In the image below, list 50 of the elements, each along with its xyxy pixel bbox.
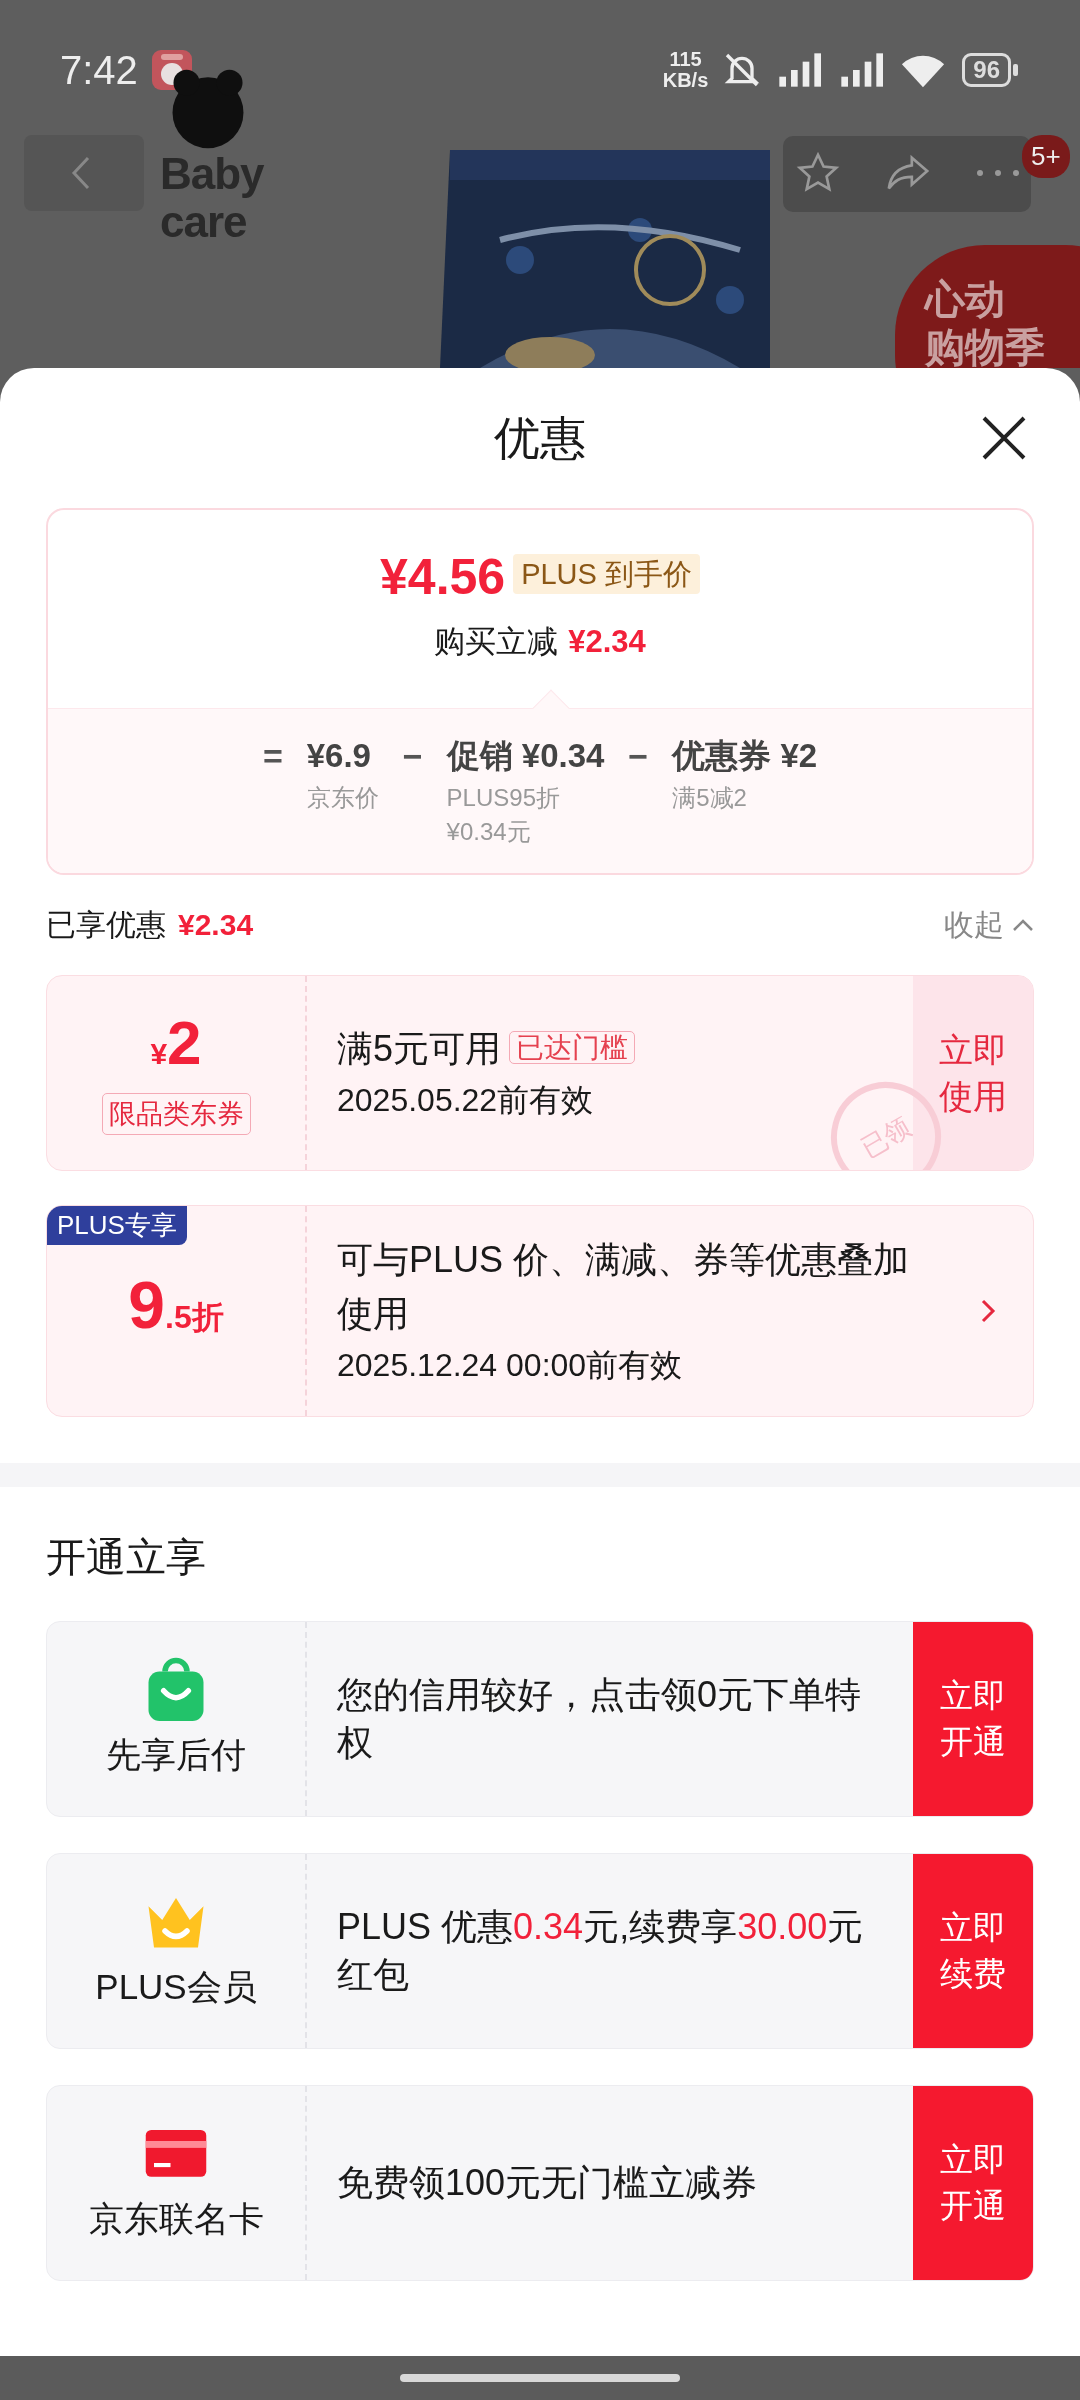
coupon-card[interactable]: PLUS专享 9.5折 可与PLUS 价、满减、券等优惠叠加使用 2025.12.24 00:00前有效 [46,1204,1034,1417]
promo-badge[interactable]: 心动 购物季 [895,245,1080,368]
breakdown-amount: ¥6.9 [306,736,372,776]
offer-description: 免费领100元无门槛立减券 [337,2160,758,2205]
operator-sign: − [402,736,423,777]
sheet-title: 优惠 [494,410,586,466]
price-tag: PLUS 到手价 [513,554,700,594]
discount-amount: ¥2.34 [568,624,646,659]
offer-description: 您的信用较好，点击领0元下单特权 [337,1672,863,1765]
coupon-tag: 限品类东券 [101,1092,251,1136]
breakdown-note: ¥0.34元 [446,816,532,847]
battery-indicator: 96 [962,53,1018,87]
final-price: ¥4.56 [380,549,506,605]
section-title: 开通立享 [46,1533,207,1581]
ribbon-label: PLUS专享 [47,1205,187,1245]
breakdown-amount: 优惠券 ¥2 [672,736,818,776]
activate-button[interactable]: 立即续费 [913,1853,1033,2048]
breakdown-amount: 促销 ¥0.34 [446,736,605,776]
discount-description: 可与PLUS 价、满减、券等优惠叠加使用 [337,1237,911,1336]
discount-label: 购买立减 [434,624,559,659]
offer-name: 京东联名卡 [88,2198,264,2241]
close-button[interactable] [980,414,1028,462]
discount-validity: 2025.12.24 00:00前有效 [337,1345,684,1385]
discount-value: 9.5折 [128,1269,224,1344]
status-tag: 已达门槛 [509,1030,636,1064]
activate-button[interactable]: 立即开通 [913,2085,1033,2280]
breakdown-note: 满5减2 [672,782,748,813]
network-speed-unit: KB/s [662,70,709,91]
offer-name: PLUS会员 [95,1966,257,2009]
back-icon [70,155,92,191]
collapse-toggle[interactable]: 收起 [944,902,1034,947]
activate-button[interactable]: 立即开通 [913,1621,1033,1816]
offer-name: 先享后付 [106,1734,246,1777]
coupon-condition: 满5元可用 [337,1027,502,1069]
use-button[interactable]: 立即使用 [913,975,1033,1170]
breakdown-note: 京东价 [306,782,379,813]
coupon-value: ¥2 [150,1009,202,1079]
coupon-validity: 2025.05.22前有效 [337,1080,595,1120]
operator-sign: = [262,736,283,777]
savings-label: 已享优惠 [46,908,166,941]
operator-sign: − [628,736,649,777]
offer-description: PLUS 优惠0.34元,续费享30.00元红包 [337,1904,865,1997]
savings-amount: ¥2.34 [178,908,254,941]
clock: 7:42 [60,47,138,94]
more-icon[interactable] [975,167,1021,179]
caret-up-icon [1012,917,1034,932]
network-speed: 115 [668,49,703,70]
chevron-right-icon[interactable] [980,1297,996,1324]
breakdown-note: PLUS95折 [446,782,561,813]
notification-badge: 5+ [1022,135,1070,178]
